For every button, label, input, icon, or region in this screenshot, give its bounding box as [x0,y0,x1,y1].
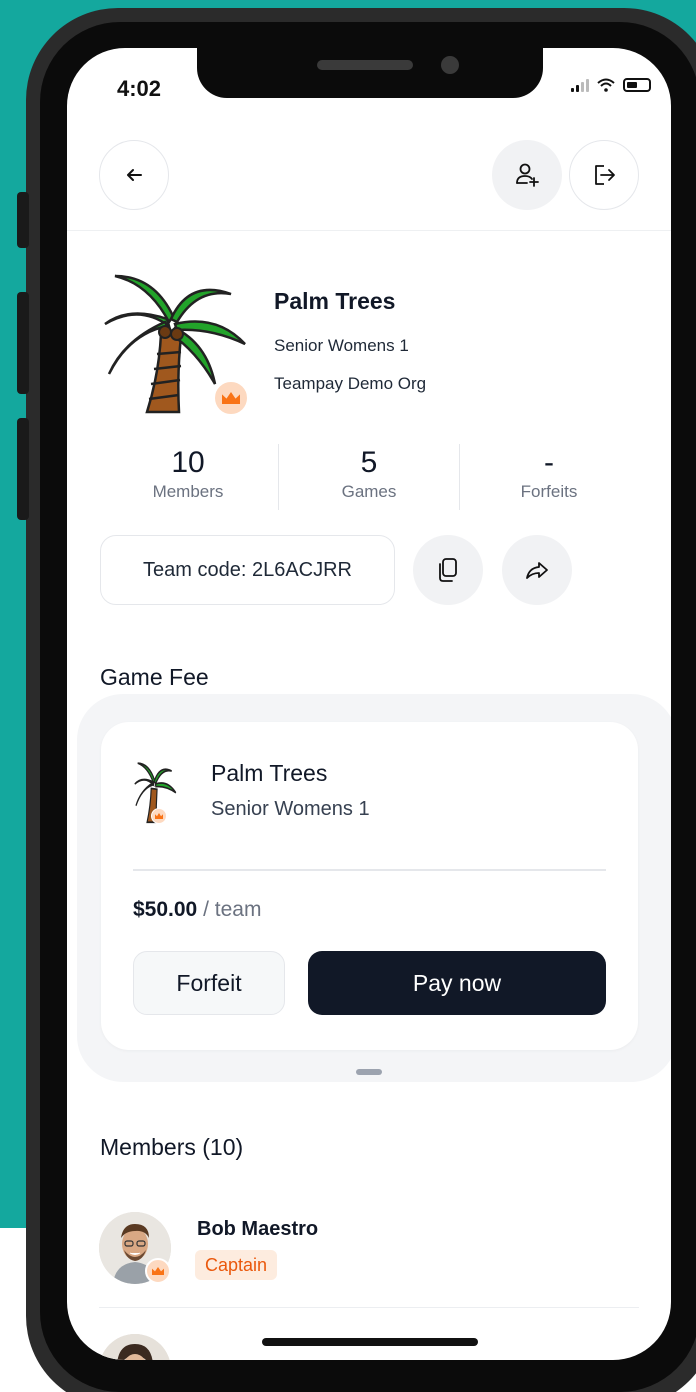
fee-unit: / team [203,898,262,921]
header-divider [67,230,671,231]
copy-code-button[interactable] [413,535,483,605]
game-fee-card: Palm Trees Senior Womens 1 $50.00 / team… [101,722,638,1050]
share-icon [526,562,548,579]
game-fee-title: Game Fee [100,664,209,690]
fee-team-division: Senior Womens 1 [211,798,370,820]
share-code-button[interactable] [502,535,572,605]
fee-amount: $50.00 [133,898,198,921]
fee-team-name: Palm Trees [211,760,328,786]
stat-members: 10 Members [98,446,278,502]
signal-icon [571,78,589,92]
fee-amount-row: $50.00 / team [133,898,261,922]
home-indicator[interactable] [262,1338,478,1346]
back-button[interactable] [99,140,169,210]
team-name: Palm Trees [274,288,396,314]
phone-side-button [17,292,29,394]
crown-icon [222,392,240,404]
captain-badge [151,808,167,824]
stat-games: 5 Games [279,446,459,502]
members-title: Members (10) [100,1134,244,1160]
member-role-badge: Captain [195,1250,278,1280]
speaker [317,60,413,70]
stat-value: - [544,446,554,479]
avatar[interactable] [99,1334,171,1360]
avatar-image [99,1334,171,1360]
member-divider [99,1307,639,1308]
user-plus-icon [516,163,539,187]
team-organization: Teampay Demo Org [274,374,427,393]
camera [441,56,459,74]
battery-icon [623,78,651,92]
status-time: 4:02 [117,76,162,101]
phone-side-button [17,418,29,520]
wifi-icon [597,78,615,92]
captain-badge [213,380,249,416]
logout-icon [595,165,615,185]
arrow-left-icon [127,169,142,181]
crown-icon [155,813,163,819]
member-name[interactable]: Bob Maestro [197,1218,318,1241]
phone-screen: 4:02 Palm Trees Senior Womens 1 Teampay … [67,48,671,1360]
add-member-button[interactable] [492,140,562,210]
stat-value: 10 [171,446,205,479]
stat-label: Members [152,482,224,501]
phone-side-button [17,192,29,248]
leave-team-button[interactable] [569,140,639,210]
team-division: Senior Womens 1 [274,336,409,355]
stat-label: Games [341,482,397,501]
forfeit-button[interactable]: Forfeit [133,951,285,1015]
copy-icon [439,558,457,582]
fee-divider [133,869,606,871]
status-icons [571,78,651,92]
pay-now-button[interactable]: Pay now [308,951,606,1015]
stat-forfeits: - Forfeits [459,446,639,502]
captain-badge [145,1258,171,1284]
sheet-drag-handle[interactable] [356,1069,382,1075]
stat-value: 5 [360,446,378,479]
stat-label: Forfeits [520,482,578,501]
team-code-field[interactable]: Team code: 2L6ACJRR [100,535,395,605]
crown-icon [152,1267,164,1275]
notch [197,48,543,98]
